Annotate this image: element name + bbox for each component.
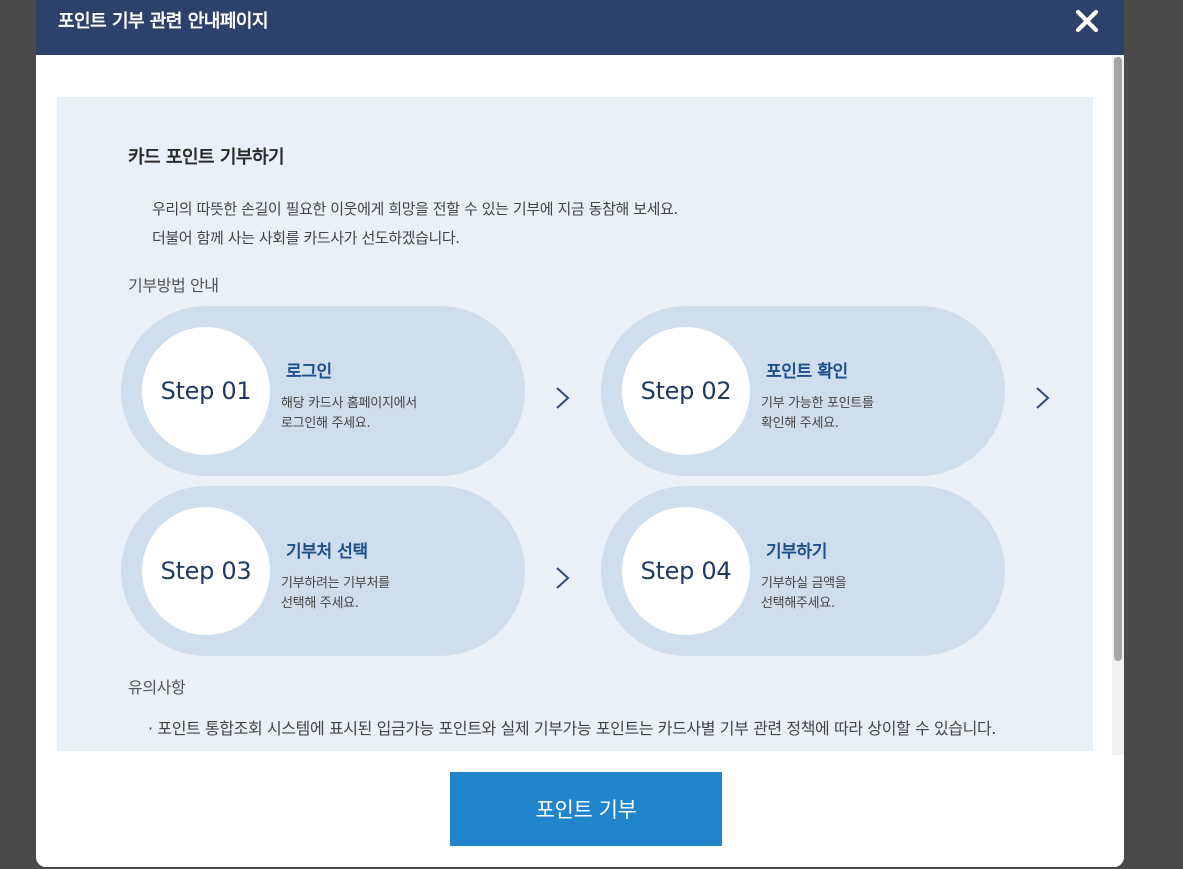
donate-button[interactable]: 포인트 기부 [450,772,722,846]
step-title: 기부처 선택 [286,542,368,562]
intro-line: 더불어 함께 사는 사회를 카드사가 선도하겠습니다. [152,229,460,247]
step-desc: 기부 가능한 포인트를 확인해 주세요. [761,396,874,431]
step-label: Step 04 [622,507,750,635]
chevron-right-icon [556,567,570,589]
chevron-right-icon [556,387,570,409]
chevron-right-icon [1036,387,1050,409]
step-desc: 기부하려는 기부처를 선택해 주세요. [281,576,390,611]
close-icon [1075,9,1099,33]
step-desc: 기부하실 금액을 선택해주세요. [761,576,847,611]
step-label: Step 03 [142,507,270,635]
intro-text: 우리의 따뜻한 손길이 필요한 이웃에게 희망을 전할 수 있는 기부에 지금 … [152,195,678,253]
scrollbar-thumb[interactable] [1114,57,1122,661]
intro-line: 우리의 따뜻한 손길이 필요한 이웃에게 희망을 전할 수 있는 기부에 지금 … [152,200,678,218]
close-button[interactable] [1074,8,1100,34]
modal-header: 포인트 기부 관련 안내페이지 [36,0,1124,55]
step-card-03: Step 03 기부처 선택 기부하려는 기부처를 선택해 주세요. [121,486,525,656]
section-title: 카드 포인트 기부하기 [128,147,285,168]
step-card-01: Step 01 로그인 해당 카드사 홈페이지에서 로그인해 주세요. [121,306,525,476]
step-label: Step 01 [142,327,270,455]
note-item: · 포인트 통합조회 시스템에 표시된 입금가능 포인트와 실제 기부가능 포인… [148,719,996,738]
step-title: 로그인 [286,362,332,382]
step-label: Step 02 [622,327,750,455]
modal-dialog: 포인트 기부 관련 안내페이지 카드 포인트 기부하기 우리의 따뜻한 손길이 … [36,0,1124,867]
info-content: 카드 포인트 기부하기 우리의 따뜻한 손길이 필요한 이웃에게 희망을 전할 … [57,97,1093,751]
guide-title: 기부방법 안내 [128,276,219,295]
notes-title: 유의사항 [128,678,186,697]
scrollbar[interactable] [1112,55,1124,755]
step-title: 포인트 확인 [766,362,848,382]
step-card-02: Step 02 포인트 확인 기부 가능한 포인트를 확인해 주세요. [601,306,1005,476]
step-desc: 해당 카드사 홈페이지에서 로그인해 주세요. [281,396,417,431]
step-title: 기부하기 [766,542,827,562]
modal-title: 포인트 기부 관련 안내페이지 [58,11,269,32]
step-card-04: Step 04 기부하기 기부하실 금액을 선택해주세요. [601,486,1005,656]
